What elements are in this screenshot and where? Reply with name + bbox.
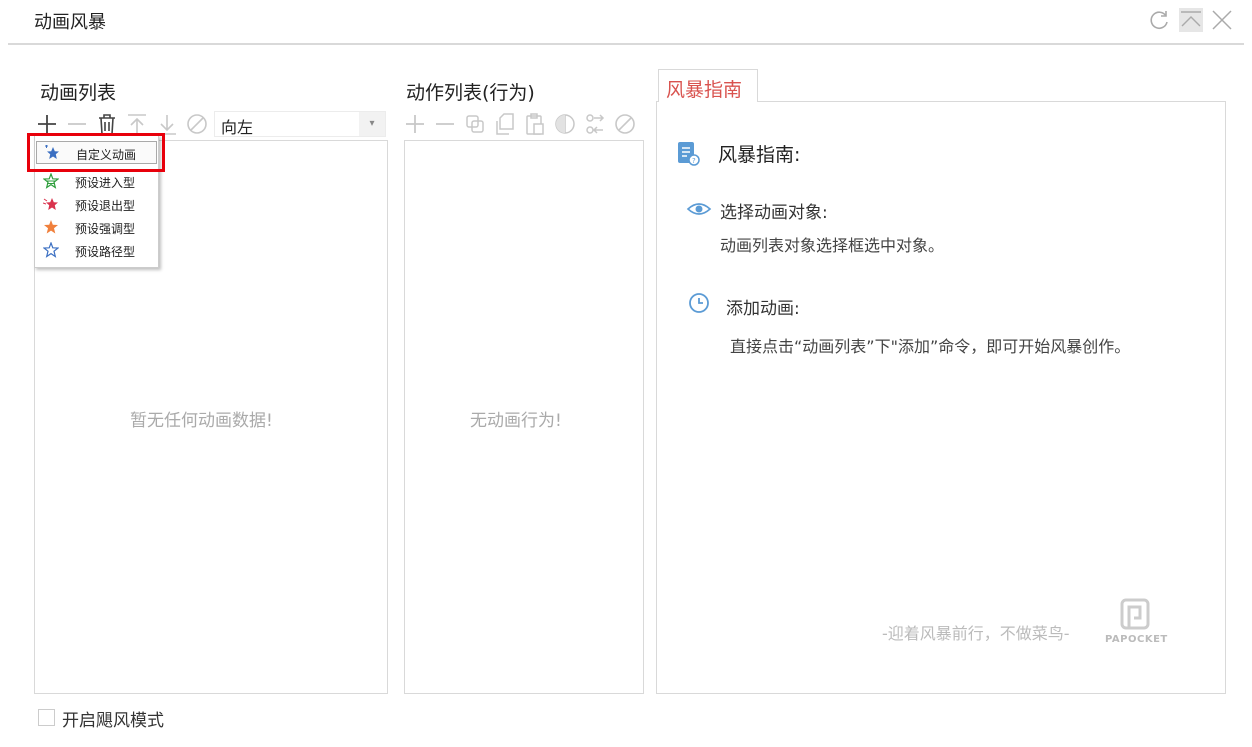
guide-document-icon: ? bbox=[676, 140, 700, 166]
menu-item-preset-emphasis[interactable]: 预设强调型 bbox=[36, 216, 157, 239]
add-icon[interactable] bbox=[404, 112, 426, 136]
window-title: 动画风暴 bbox=[34, 12, 106, 33]
entrance-star-icon bbox=[42, 172, 60, 189]
direction-select[interactable]: 向左 ▾ bbox=[214, 111, 386, 137]
emphasis-star-icon bbox=[43, 219, 59, 235]
menu-item-preset-entrance[interactable]: 预设进入型 bbox=[36, 170, 157, 193]
direction-select-value: 向左 bbox=[221, 118, 254, 137]
move-down-icon[interactable] bbox=[156, 112, 178, 136]
add-icon[interactable] bbox=[36, 112, 58, 136]
menu-item-preset-exit[interactable]: 预设退出型 bbox=[36, 193, 157, 216]
menu-item-label: 预设路径型 bbox=[75, 245, 136, 259]
exit-star-icon bbox=[42, 196, 59, 212]
paste-icon[interactable] bbox=[524, 112, 546, 136]
action-list-empty-text: 无动画行为! bbox=[470, 411, 562, 431]
refresh-icon[interactable] bbox=[1147, 8, 1171, 32]
move-up-icon[interactable] bbox=[126, 112, 148, 136]
guide-slogan: -迎着风暴前行，不做菜鸟- bbox=[882, 624, 1070, 643]
tab-label: 风暴指南 bbox=[666, 79, 743, 101]
animation-list-heading: 动画列表 bbox=[40, 82, 117, 104]
step2-title: 添加动画: bbox=[726, 299, 800, 319]
delete-icon[interactable] bbox=[96, 112, 118, 136]
step2-description: 直接点击“动画列表”下"添加”命令，即可开始风暴创作。 bbox=[730, 337, 1131, 356]
animation-list-empty-text: 暂无任何动画数据! bbox=[130, 411, 273, 431]
connect-icon[interactable] bbox=[584, 112, 606, 136]
guide-title: 风暴指南: bbox=[718, 144, 801, 166]
menu-item-label: 自定义动画 bbox=[76, 148, 137, 162]
minimize-icon[interactable] bbox=[1179, 8, 1203, 32]
svg-text:?: ? bbox=[692, 157, 696, 165]
title-bar: 动画风暴 bbox=[0, 0, 1252, 45]
disable-icon[interactable] bbox=[614, 112, 636, 136]
clock-icon bbox=[688, 292, 710, 314]
remove-icon[interactable] bbox=[66, 112, 88, 136]
hurricane-mode-checkbox[interactable] bbox=[38, 709, 55, 726]
menu-item-label: 预设进入型 bbox=[75, 176, 136, 190]
hurricane-mode-label[interactable]: 开启飓风模式 bbox=[62, 706, 164, 731]
add-animation-menu: 自定义动画 预设进入型 预设退出型 预设强调型 预设路径型 bbox=[34, 135, 159, 268]
title-divider bbox=[8, 43, 1244, 45]
step1-title: 选择动画对象: bbox=[720, 203, 828, 223]
copy-icon[interactable] bbox=[464, 112, 486, 136]
disable-icon[interactable] bbox=[186, 112, 208, 136]
step1-description: 动画列表对象选择框选中对象。 bbox=[720, 236, 945, 255]
menu-item-label: 预设强调型 bbox=[75, 222, 136, 236]
path-star-icon bbox=[42, 241, 60, 258]
remove-icon[interactable] bbox=[434, 112, 456, 136]
chevron-down-icon[interactable]: ▾ bbox=[359, 112, 385, 136]
close-icon[interactable] bbox=[1210, 8, 1234, 32]
action-list-heading: 动作列表(行为) bbox=[406, 82, 535, 104]
custom-star-icon bbox=[44, 145, 60, 161]
logo-text: PAPOCKET bbox=[1105, 634, 1168, 645]
mirror-icon[interactable] bbox=[554, 112, 576, 136]
menu-item-label: 预设退出型 bbox=[75, 199, 136, 213]
eye-icon bbox=[686, 199, 712, 219]
tab-storm-guide[interactable]: 风暴指南 bbox=[658, 69, 758, 102]
menu-item-preset-path[interactable]: 预设路径型 bbox=[36, 239, 157, 262]
menu-item-custom-animation[interactable]: 自定义动画 bbox=[36, 141, 157, 164]
duplicate-icon[interactable] bbox=[494, 112, 516, 136]
